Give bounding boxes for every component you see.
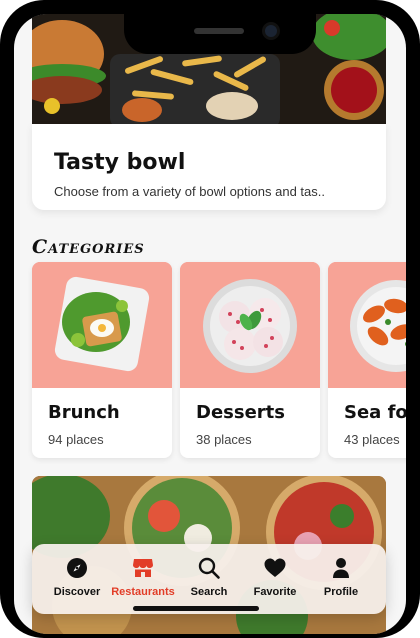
shrimp-bowl-image: [328, 262, 406, 388]
featured-description: Choose from a variety of bowl options an…: [54, 184, 325, 199]
nav-item-search[interactable]: Search: [174, 556, 244, 604]
category-name: Sea food: [344, 402, 406, 423]
nav-item-restaurants[interactable]: Restaurants: [108, 556, 178, 604]
nav-label: Profile: [323, 586, 359, 598]
nav-label: Favorite: [253, 586, 297, 598]
compass-icon: [67, 558, 87, 578]
nav-item-favorite[interactable]: Favorite: [240, 556, 310, 604]
featured-card[interactable]: Tasty bowl Choose from a variety of bowl…: [32, 124, 386, 210]
person-icon: [333, 558, 349, 578]
categories-heading: Categories: [32, 236, 145, 258]
storefront-icon: [133, 559, 153, 577]
featured-title: Tasty bowl: [54, 150, 186, 175]
ice-cream-bowl-image: [180, 262, 320, 388]
heart-icon: [264, 558, 286, 577]
bottom-navigation: Discover Restaurants Search Favorite Pro…: [32, 544, 386, 614]
home-indicator: [133, 606, 259, 611]
nav-label: Restaurants: [111, 586, 175, 598]
speaker: [194, 28, 244, 34]
notch: [124, 14, 316, 54]
category-card-seafood[interactable]: Sea food 43 places: [328, 262, 406, 458]
category-name: Desserts: [196, 402, 285, 423]
front-camera: [262, 22, 280, 40]
app-screen: Tasty bowl Choose from a variety of bowl…: [14, 14, 406, 634]
nav-item-profile[interactable]: Profile: [306, 556, 376, 604]
category-card-desserts[interactable]: Desserts 38 places: [180, 262, 320, 458]
category-name: Brunch: [48, 402, 120, 423]
nav-label: Discover: [53, 586, 101, 598]
nav-label: Search: [190, 586, 228, 598]
nav-item-discover[interactable]: Discover: [42, 556, 112, 604]
search-icon: [198, 557, 220, 579]
category-count: 38 places: [196, 432, 252, 447]
category-count: 94 places: [48, 432, 104, 447]
category-card-brunch[interactable]: Brunch 94 places: [32, 262, 172, 458]
phone-frame: Tasty bowl Choose from a variety of bowl…: [0, 0, 420, 638]
brunch-plate-image: [32, 262, 172, 388]
category-count: 43 places: [344, 432, 400, 447]
